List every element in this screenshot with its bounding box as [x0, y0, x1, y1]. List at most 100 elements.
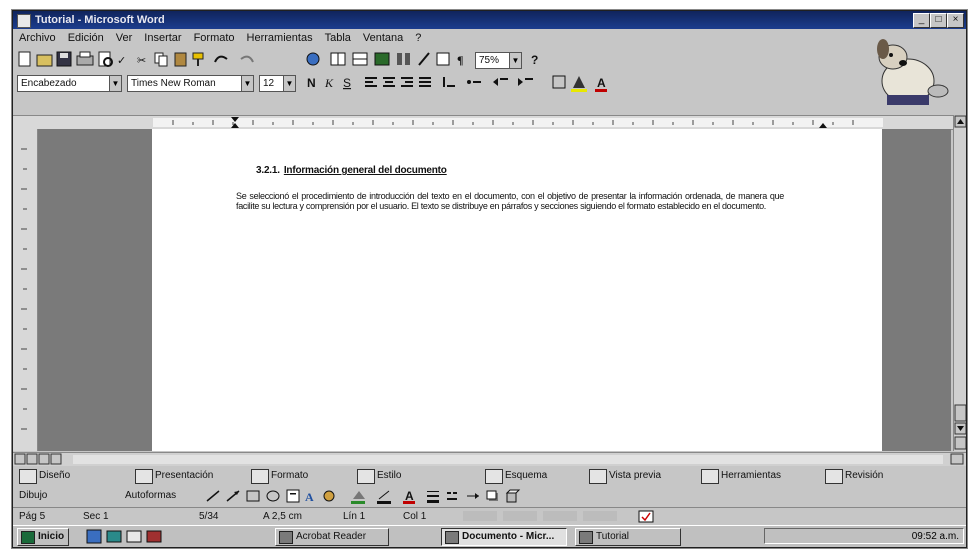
bold-icon[interactable]: N: [307, 76, 316, 90]
justify-icon[interactable]: [419, 77, 431, 87]
line-style-icon[interactable]: [427, 491, 439, 503]
horizontal-scrollbar[interactable]: [13, 452, 966, 466]
menu-herramientas[interactable]: Herramientas: [241, 30, 319, 47]
menu-formato[interactable]: Formato: [188, 30, 241, 47]
bullets-icon[interactable]: [467, 80, 481, 84]
print-preview-icon[interactable]: [98, 51, 113, 67]
close-button[interactable]: ×: [947, 13, 964, 28]
bottom-btn-revision[interactable]: Revisión: [823, 466, 883, 486]
task-acrobat[interactable]: Acrobat Reader: [275, 528, 389, 546]
italic-icon[interactable]: K: [324, 76, 334, 90]
new-document-icon[interactable]: [18, 51, 31, 67]
3d-icon[interactable]: [505, 489, 521, 503]
style-dropdown[interactable]: ▼: [109, 75, 122, 92]
start-button[interactable]: Inicio: [17, 528, 70, 546]
font-color-icon[interactable]: A: [595, 76, 607, 92]
bottom-btn-diseno[interactable]: Diseño: [17, 466, 70, 486]
line-color-icon[interactable]: [377, 490, 391, 504]
undo-icon[interactable]: [214, 55, 228, 63]
draw-menu[interactable]: Dibujo: [19, 487, 47, 505]
font-dropdown[interactable]: ▼: [241, 75, 254, 92]
numbering-icon[interactable]: [443, 77, 455, 87]
align-left-icon[interactable]: [365, 77, 377, 87]
autoshapes-menu[interactable]: Autoformas: [125, 487, 176, 505]
vertical-scrollbar[interactable]: [953, 115, 966, 451]
insert-table-icon[interactable]: [352, 52, 368, 66]
drawing-icon[interactable]: [418, 52, 430, 66]
office-assistant[interactable]: [853, 33, 963, 111]
heading-text: Información general del documento: [283, 165, 447, 176]
save-icon[interactable]: [56, 51, 72, 67]
menu-tabla[interactable]: Tabla: [319, 30, 357, 47]
spelling-icon[interactable]: ✓: [117, 55, 126, 67]
increase-indent-icon[interactable]: [518, 78, 533, 86]
menu-edicion[interactable]: Edición: [62, 30, 110, 47]
cut-icon[interactable]: ✂: [137, 54, 146, 67]
document-page[interactable]: 3.2.1. Información general del documento …: [152, 129, 882, 451]
menu-ventana[interactable]: Ventana: [357, 30, 409, 47]
bottom-btn-herramientas[interactable]: Herramientas: [699, 466, 781, 486]
explorer-icon[interactable]: [86, 529, 102, 544]
document-map-icon[interactable]: [436, 52, 450, 66]
maximize-button[interactable]: □: [930, 13, 947, 28]
font-color-draw-icon[interactable]: A: [403, 489, 415, 504]
columns-icon[interactable]: [397, 53, 410, 65]
print-icon[interactable]: [76, 51, 94, 66]
zoom-field[interactable]: 75%: [475, 52, 510, 69]
outlook-icon[interactable]: [126, 530, 142, 543]
bottom-btn-formato[interactable]: Formato: [249, 466, 308, 486]
open-icon[interactable]: [36, 54, 53, 67]
oval-tool-icon[interactable]: [266, 490, 280, 502]
align-right-icon[interactable]: [401, 77, 413, 87]
decrease-indent-icon[interactable]: [493, 78, 508, 86]
zoom-dropdown[interactable]: ▼: [509, 52, 522, 69]
show-hide-icon[interactable]: ¶: [457, 53, 463, 67]
clipart-icon[interactable]: [323, 490, 335, 502]
underline-icon[interactable]: S: [343, 76, 351, 90]
tables-borders-icon[interactable]: [330, 52, 346, 66]
word-app-icon[interactable]: [17, 14, 31, 28]
menu-help[interactable]: ?: [409, 30, 427, 47]
hyperlink-icon[interactable]: [306, 52, 320, 66]
insert-excel-icon[interactable]: [374, 52, 390, 66]
line-tool-icon[interactable]: [206, 490, 220, 502]
minimize-button[interactable]: _: [913, 13, 930, 28]
status-position: 5/34: [199, 511, 219, 522]
font-field[interactable]: Times New Roman: [127, 75, 242, 92]
desktop-icon[interactable]: [106, 530, 122, 543]
arrow-tool-icon[interactable]: [226, 490, 240, 502]
taskbar-clock[interactable]: 09:52 a.m.: [912, 531, 959, 542]
menu-insertar[interactable]: Insertar: [138, 30, 187, 47]
help-icon[interactable]: ?: [529, 51, 545, 67]
rectangle-tool-icon[interactable]: [246, 490, 260, 502]
menu-ver[interactable]: Ver: [110, 30, 139, 47]
format-painter-icon[interactable]: [192, 52, 204, 66]
align-center-icon[interactable]: [383, 77, 395, 87]
copy-icon[interactable]: [154, 52, 168, 67]
textbox-tool-icon[interactable]: [286, 489, 300, 503]
arrow-style-icon[interactable]: [467, 493, 479, 499]
task-word-document[interactable]: Documento - Micr...: [441, 528, 567, 546]
assistant-dog-icon[interactable]: [853, 33, 963, 111]
font-size-dropdown[interactable]: ▼: [283, 75, 296, 92]
font-size-field[interactable]: 12: [259, 75, 284, 92]
fill-color-icon[interactable]: [351, 491, 365, 504]
wordart-icon[interactable]: A: [305, 490, 314, 504]
redo-icon[interactable]: [240, 55, 254, 63]
horizontal-ruler[interactable]: [13, 115, 953, 130]
outside-border-icon[interactable]: [552, 75, 566, 89]
paste-icon[interactable]: [174, 52, 187, 67]
highlight-icon[interactable]: [571, 76, 587, 92]
shadow-icon[interactable]: [486, 490, 498, 501]
bottom-btn-esquema[interactable]: Esquema: [483, 466, 547, 486]
vertical-ruler[interactable]: [13, 129, 38, 451]
dash-style-icon[interactable]: [447, 492, 457, 500]
spelling-status-icon[interactable]: [638, 510, 654, 523]
style-field[interactable]: Encabezado: [17, 75, 110, 92]
bottom-btn-presentacion[interactable]: Presentación: [133, 466, 213, 486]
channels-icon[interactable]: [146, 530, 162, 543]
bottom-btn-vista-previa[interactable]: Vista previa: [587, 466, 661, 486]
task-tutorial[interactable]: Tutorial: [575, 528, 681, 546]
menu-archivo[interactable]: Archivo: [13, 30, 62, 47]
bottom-btn-estilo[interactable]: Estilo: [355, 466, 401, 486]
